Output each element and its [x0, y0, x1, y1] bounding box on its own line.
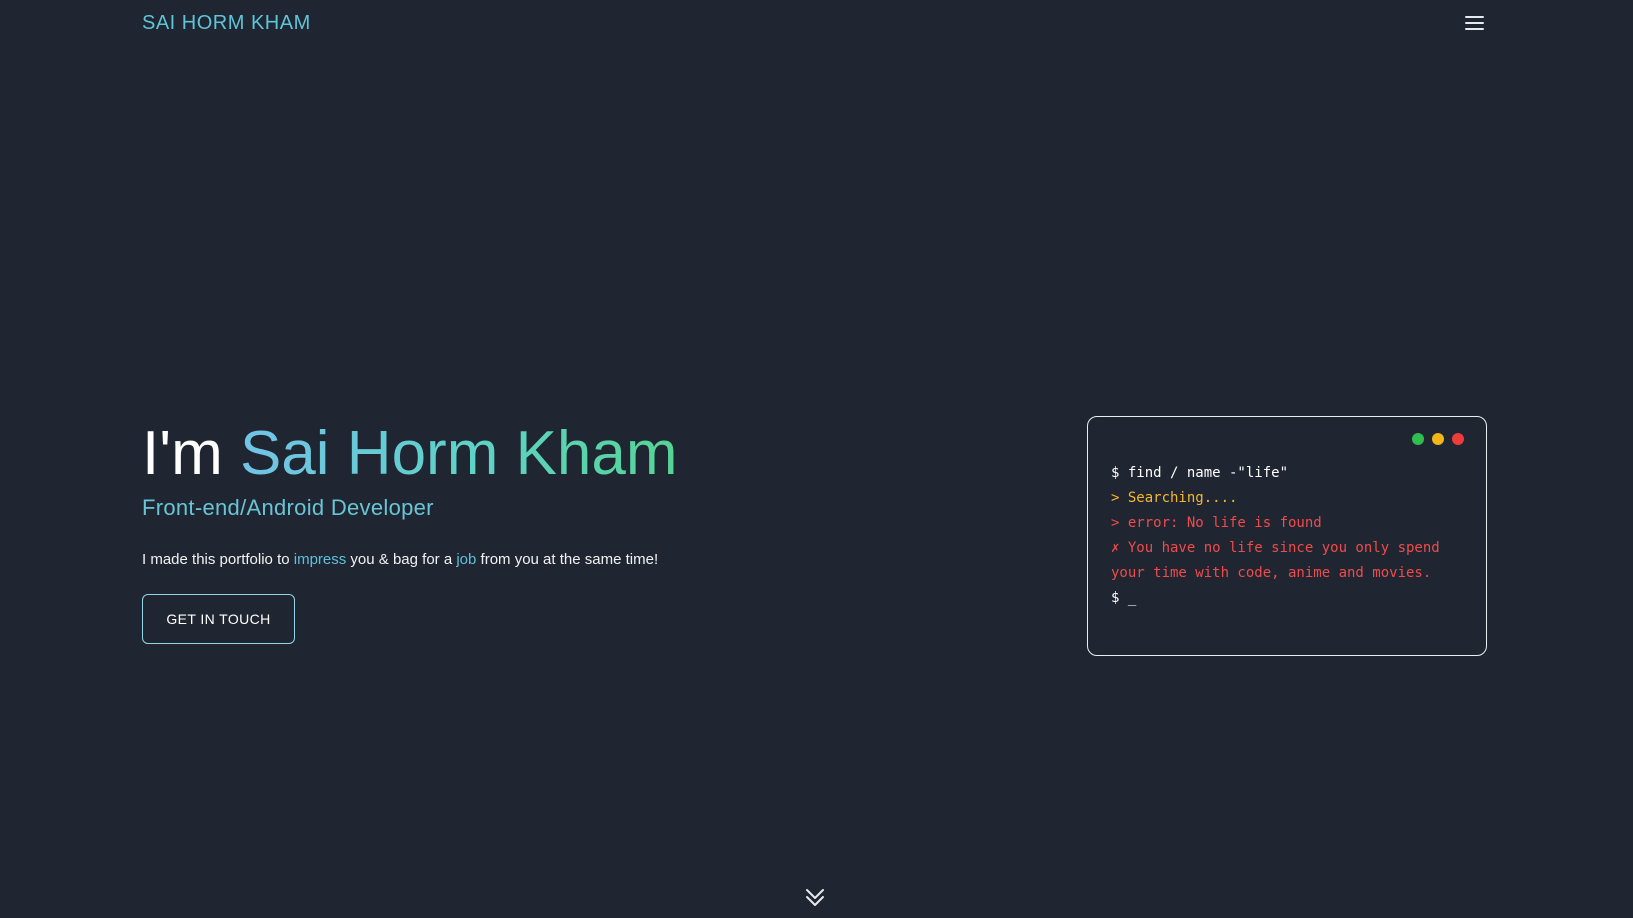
brand-logo-link[interactable]: SAI HORM KHAM — [142, 12, 311, 35]
yellow-dot — [1432, 433, 1444, 445]
terminal-line: $ find / name -"life" — [1111, 465, 1289, 481]
tagline-text-2: you & bag for a — [346, 551, 457, 568]
hamburger-menu-icon — [1465, 16, 1484, 30]
red-dot — [1452, 433, 1464, 445]
tagline-text-1: I made this portfolio to — [142, 551, 294, 568]
double-chevron-down-icon — [806, 889, 824, 906]
terminal-line: > Searching.... — [1111, 490, 1238, 506]
hero-role: Front-end/Android Developer — [142, 495, 434, 520]
terminal-output: $ find / name -"life" > Searching.... > er… — [1111, 461, 1468, 611]
tagline-text-3: from you at the same time! — [476, 551, 659, 568]
hero-tagline: I made this portfolio to impress you & b… — [142, 549, 862, 571]
menu-button[interactable] — [1462, 12, 1488, 34]
tagline-highlight-job: job — [456, 551, 477, 568]
hero-section: I'm Sai Horm Kham Front-end/Android Deve… — [142, 418, 862, 644]
get-in-touch-button[interactable]: GET IN TOUCH — [142, 594, 295, 644]
terminal-window: $ find / name -"life" > Searching.... > er… — [1087, 416, 1487, 656]
terminal-line: ✗ You have no life since you only spend … — [1111, 540, 1449, 581]
terminal-line: > error: No life is found — [1111, 515, 1322, 531]
hero-name: Sai Horm Kham — [239, 419, 678, 488]
scroll-down-button[interactable] — [803, 887, 827, 909]
hero-heading: I'm Sai Horm Kham — [142, 418, 862, 490]
hero-greeting: I'm — [142, 419, 223, 488]
green-dot — [1412, 433, 1424, 445]
terminal-line: $ _ — [1111, 590, 1137, 606]
window-controls — [1412, 433, 1464, 445]
tagline-highlight-impress: impress — [293, 551, 347, 568]
